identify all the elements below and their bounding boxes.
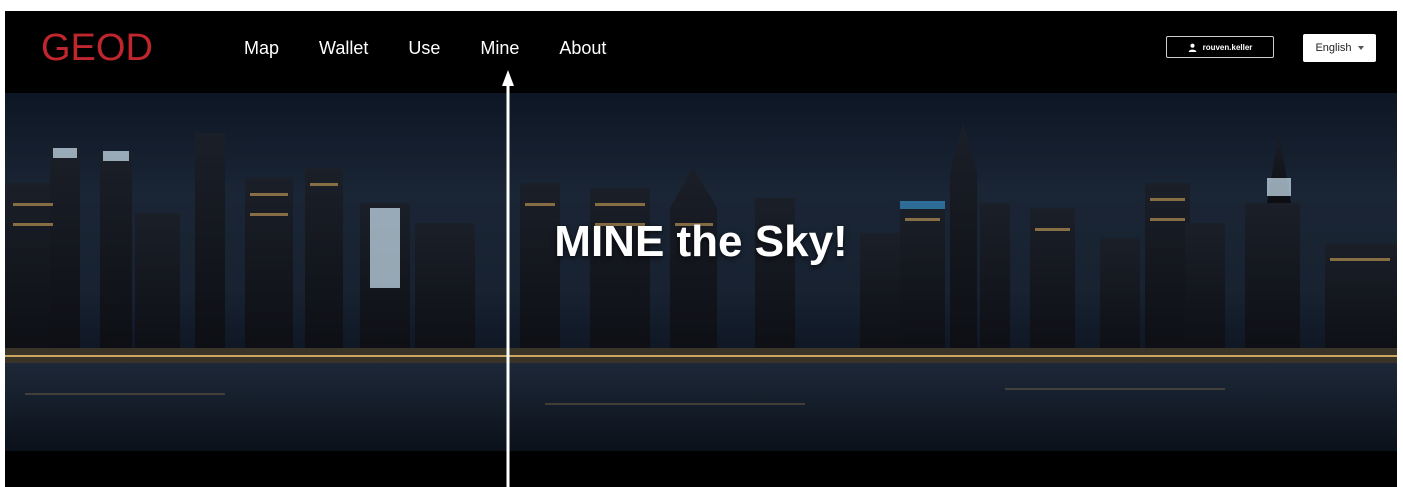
hero-banner: MINE the Sky! <box>5 93 1397 451</box>
user-icon <box>1188 43 1196 52</box>
language-selected-value: English <box>1315 42 1352 54</box>
user-account-button[interactable]: rouven.keller <box>1166 36 1274 58</box>
nav-item-use[interactable]: Use <box>408 38 440 59</box>
nav-item-wallet[interactable]: Wallet <box>319 38 368 59</box>
nav-item-mine[interactable]: Mine <box>480 38 519 59</box>
brand-logo[interactable]: GEOD <box>41 27 153 70</box>
username-label: rouven.keller <box>1202 42 1253 52</box>
nav-item-about[interactable]: About <box>559 38 606 59</box>
language-select[interactable]: English <box>1303 34 1376 62</box>
hero-bottom-bar <box>5 451 1397 487</box>
top-navbar: GEOD Map Wallet Use Mine About rouven.ke… <box>5 11 1397 93</box>
caret-down-icon <box>1357 46 1364 50</box>
page-frame: GEOD Map Wallet Use Mine About rouven.ke… <box>5 11 1397 487</box>
nav-item-map[interactable]: Map <box>244 38 279 59</box>
hero-headline: MINE the Sky! <box>554 217 848 266</box>
city-skyline-image <box>5 123 1397 451</box>
annotation-arrow-icon <box>502 70 514 487</box>
main-menu: Map Wallet Use Mine About <box>244 38 646 59</box>
